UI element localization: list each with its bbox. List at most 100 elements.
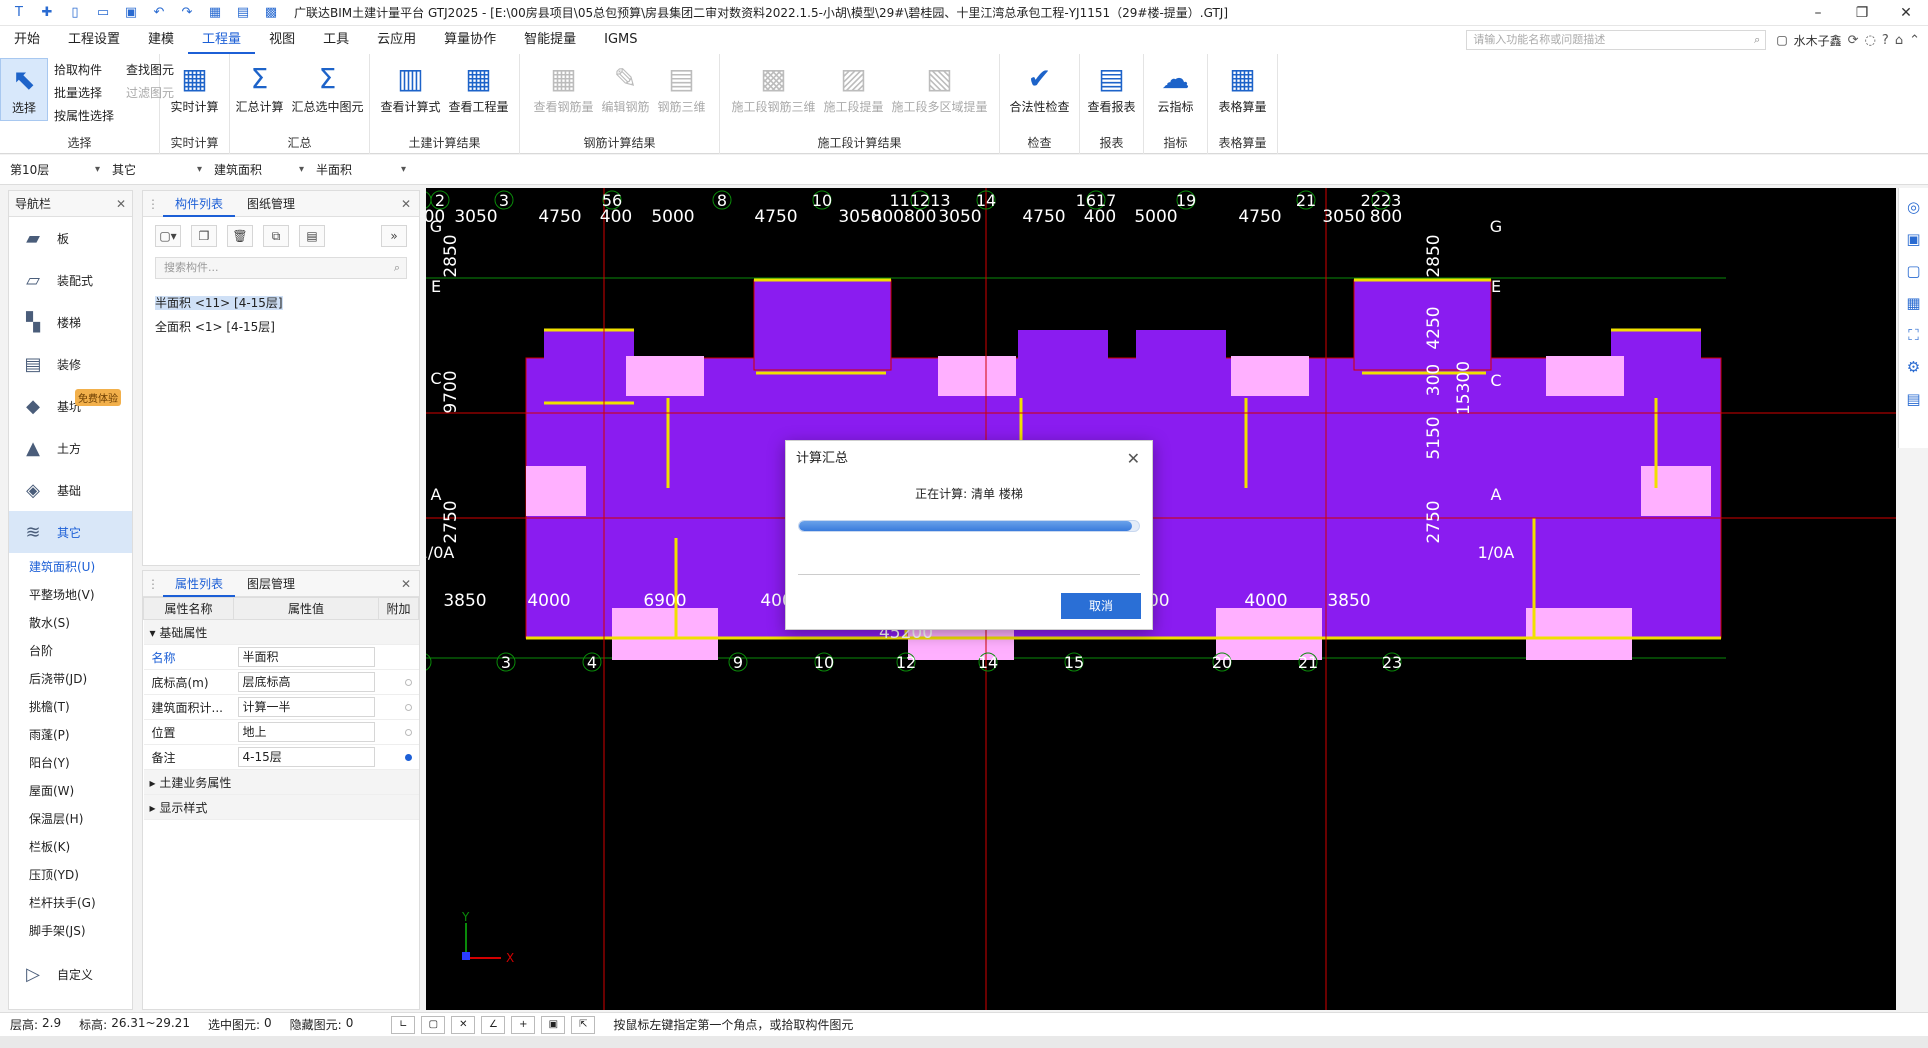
tab-property-list[interactable]: 属性列表: [163, 571, 236, 597]
fit-view-icon[interactable]: ⛶: [1908, 326, 1919, 344]
floor-select[interactable]: 第10层: [8, 159, 104, 181]
prop-value-input[interactable]: 计算一半: [237, 697, 375, 717]
menu-smart[interactable]: 智能提量: [510, 26, 590, 54]
sync-icon[interactable]: ⟳: [1848, 33, 1859, 48]
nav-item-slab[interactable]: ▰ 板: [9, 217, 132, 259]
close-icon[interactable]: ✕: [1884, 5, 1928, 21]
summary-calc-button[interactable]: Σ 汇总计算: [231, 58, 287, 115]
nav-item-custom[interactable]: ▷ 自定义: [9, 953, 132, 995]
ortho-icon[interactable]: ∟: [391, 1015, 416, 1034]
summary-selected-button[interactable]: Σ 汇总选中图元: [288, 58, 368, 115]
free-trial-badge[interactable]: 免费体验: [75, 389, 121, 406]
section-basic[interactable]: ▾ 基础属性: [143, 619, 419, 645]
list-item[interactable]: 全面积 <1> [4-15层]: [143, 315, 419, 339]
view-rebar-button[interactable]: ▦ 查看钢筋量: [529, 58, 597, 115]
view-formula-button[interactable]: ▥ 查看计算式: [376, 58, 444, 115]
view-cube-icon[interactable]: ▦: [1906, 294, 1920, 312]
nav-close-icon[interactable]: ✕: [116, 191, 126, 217]
nav-item-prefab[interactable]: ▱ 装配式: [9, 259, 132, 301]
edit-rebar-button[interactable]: ✎ 编辑钢筋: [597, 58, 653, 115]
nav-item-stairs[interactable]: ▚ 楼梯: [9, 301, 132, 343]
sub-item-roof[interactable]: 屋面(W): [9, 777, 132, 805]
delete-component-icon[interactable]: 🗑: [227, 225, 253, 247]
extra-checkbox[interactable]: [404, 754, 412, 761]
minimize-icon[interactable]: –: [1796, 5, 1840, 21]
menu-quantity[interactable]: 工程量: [188, 26, 256, 54]
new-icon[interactable]: ✚: [38, 5, 56, 21]
sub-item-apron[interactable]: 散水(S): [9, 609, 132, 637]
pick-component-button[interactable]: 拾取构件: [54, 60, 114, 80]
nav-item-decoration[interactable]: ▤ 装修: [9, 343, 132, 385]
view-box-icon[interactable]: ▢: [1906, 262, 1920, 280]
nav-item-earth[interactable]: ▲ 土方: [9, 427, 132, 469]
prop-value-input[interactable]: 半面积: [237, 647, 375, 667]
undo-icon[interactable]: ↶: [150, 5, 168, 21]
sub-item-site-leveling[interactable]: 平整场地(V): [9, 581, 132, 609]
layout-icon[interactable]: ▤: [234, 5, 252, 21]
settings-icon[interactable]: ⚙: [1907, 358, 1920, 376]
pick-icon[interactable]: ⇱: [571, 1015, 596, 1034]
dialog-close-icon[interactable]: ✕: [1127, 441, 1140, 477]
function-search-input[interactable]: 请输入功能名称或问题描述 ⌕: [1466, 30, 1767, 50]
select-by-attr-button[interactable]: 按属性选择: [54, 106, 114, 126]
offset-icon[interactable]: +: [511, 1015, 536, 1034]
sub-item-parapet[interactable]: 栏板(K): [9, 833, 132, 861]
prop-value-input[interactable]: 地上: [237, 722, 375, 742]
cross-icon[interactable]: ✕: [451, 1015, 476, 1034]
home-icon[interactable]: ⌂: [1895, 33, 1903, 48]
sub-item-steps[interactable]: 台阶: [9, 637, 132, 665]
menu-modeling[interactable]: 建模: [134, 26, 188, 54]
sub-item-railing[interactable]: 栏杆扶手(G): [9, 889, 132, 917]
stage-rebar-3d-button[interactable]: ▩ 施工段钢筋三维: [727, 58, 819, 115]
open-icon[interactable]: ▭: [94, 5, 112, 21]
angle-icon[interactable]: ∠: [481, 1015, 506, 1034]
menu-project-settings[interactable]: 工程设置: [54, 26, 134, 54]
filter-component-icon[interactable]: ▤: [299, 225, 325, 247]
nav-item-pit[interactable]: ◆ 基坑 免费体验: [9, 385, 132, 427]
redo-icon[interactable]: ↷: [178, 5, 196, 21]
realtime-calc-button[interactable]: ▦ 实时计算: [166, 58, 222, 115]
restore-icon[interactable]: ❐: [1840, 5, 1884, 21]
menu-collab[interactable]: 算量协作: [430, 26, 510, 54]
new-component-icon[interactable]: ▢▾: [155, 225, 181, 247]
extra-checkbox[interactable]: [404, 729, 412, 736]
batch-select-button[interactable]: 批量选择: [54, 83, 114, 103]
properties-icon[interactable]: ▤: [1906, 390, 1920, 408]
stage-extract-button[interactable]: ▨ 施工段提量: [819, 58, 887, 115]
tab-component-list[interactable]: 构件列表: [163, 191, 236, 217]
snap-icon[interactable]: ▢: [421, 1015, 446, 1034]
rebar-3d-button[interactable]: ▤ 钢筋三维: [654, 58, 710, 115]
sub-item-post-pour[interactable]: 后浇带(JD): [9, 665, 132, 693]
tab-drawing-manage[interactable]: 图纸管理: [235, 191, 307, 217]
sub-item-balcony[interactable]: 阳台(Y): [9, 749, 132, 777]
tab-layer-manage[interactable]: 图层管理: [235, 571, 307, 597]
validity-check-button[interactable]: ✔ 合法性检查: [1005, 58, 1073, 115]
type-select[interactable]: 建筑面积: [212, 159, 308, 181]
help-icon[interactable]: ?: [1882, 33, 1889, 48]
menu-igms[interactable]: IGMS: [590, 26, 651, 54]
view-report-button[interactable]: ▤ 查看报表: [1083, 58, 1139, 115]
sub-item-insulation[interactable]: 保温层(H): [9, 805, 132, 833]
user-area[interactable]: ▢ 水木子鑫 ⟳ ◌ ? ⌂ ⌃: [1776, 32, 1928, 49]
view-3d-icon[interactable]: ▣: [1906, 230, 1920, 248]
category-select[interactable]: 其它: [110, 159, 206, 181]
dynamic-icon[interactable]: ▣: [541, 1015, 566, 1034]
floor-plan[interactable]: 1235681011121314161719212223800305047504…: [426, 188, 1896, 1010]
grid-icon[interactable]: ▩: [262, 5, 280, 21]
component-select[interactable]: 半面积: [314, 159, 410, 181]
section-display[interactable]: ▸ 显示样式: [143, 794, 419, 820]
list-item[interactable]: 半面积 <11> [4-15层]: [143, 291, 419, 315]
sub-item-coping[interactable]: 压顶(YD): [9, 861, 132, 889]
cloud-index-button[interactable]: ☁ 云指标: [1153, 58, 1199, 115]
component-close-icon[interactable]: ✕: [401, 197, 419, 211]
collapse-icon[interactable]: ⌃: [1909, 33, 1920, 48]
layer-copy-icon[interactable]: ⧉: [263, 225, 289, 247]
menu-tools[interactable]: 工具: [309, 26, 363, 54]
sub-item-building-area[interactable]: 建筑面积(U): [9, 553, 132, 581]
table-calc-button[interactable]: ▦ 表格算量: [1214, 58, 1270, 115]
copy-component-icon[interactable]: ❐: [191, 225, 217, 247]
nav-item-foundation[interactable]: ◈ 基础: [9, 469, 132, 511]
sub-item-canopy[interactable]: 雨蓬(P): [9, 721, 132, 749]
prop-value-input[interactable]: 4-15层: [237, 747, 375, 767]
extra-checkbox[interactable]: [404, 704, 412, 711]
